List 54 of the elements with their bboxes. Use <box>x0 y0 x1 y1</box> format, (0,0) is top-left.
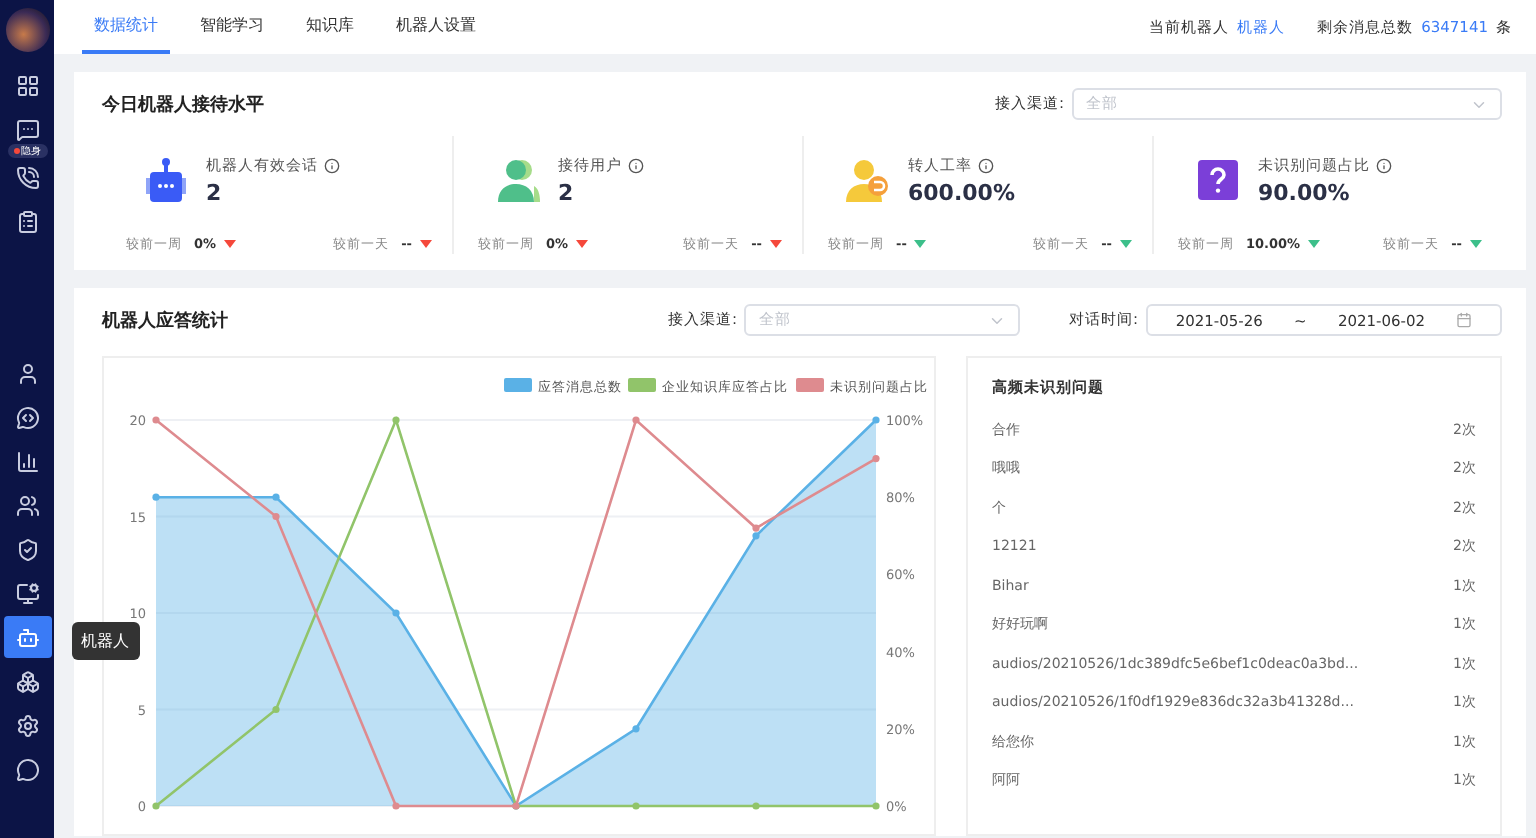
monitor-icon <box>15 581 39 605</box>
chat-icon <box>15 405 39 429</box>
sidebar-button[interactable] <box>3 616 51 658</box>
point <box>872 802 880 810</box>
logo-icon[interactable] <box>5 8 49 52</box>
point <box>152 416 160 424</box>
point <box>272 493 280 501</box>
point <box>872 416 880 424</box>
point <box>152 802 160 810</box>
point <box>272 512 280 521</box>
tab[interactable]: 智能学习 <box>188 0 276 54</box>
phone-icon <box>15 165 39 189</box>
stat-value: 2 <box>206 179 224 205</box>
robot-icon <box>15 625 39 649</box>
point <box>872 455 880 463</box>
person-icon <box>844 156 892 204</box>
point <box>632 802 640 810</box>
point <box>392 416 400 424</box>
point <box>752 802 760 810</box>
tab[interactable]: 机器人设置 <box>384 0 488 54</box>
stat-value: 90.00% <box>1258 179 1352 205</box>
stat-value: 600.00% <box>908 179 1015 205</box>
clipboard-icon <box>15 209 39 233</box>
question-icon <box>1194 156 1242 204</box>
user-icon <box>15 361 39 385</box>
point <box>632 416 640 424</box>
settings-icon <box>15 713 39 737</box>
calendar-icon <box>1456 312 1473 328</box>
point <box>152 493 160 501</box>
point <box>272 705 280 714</box>
info-icon[interactable] <box>324 157 340 173</box>
users-icon <box>494 156 542 204</box>
shield-icon <box>15 537 39 561</box>
tab[interactable]: 数据统计 <box>82 0 170 54</box>
info-icon[interactable] <box>978 157 994 173</box>
info-icon[interactable] <box>628 157 644 173</box>
tooltip: 机器人 <box>71 622 139 660</box>
dashboard-icon <box>15 73 39 97</box>
users-icon <box>15 493 39 517</box>
point <box>392 802 400 810</box>
robot-icon <box>142 156 190 204</box>
chat-icon <box>15 117 39 141</box>
point <box>752 524 760 532</box>
boxes-icon <box>15 669 39 693</box>
point <box>632 725 640 733</box>
point <box>752 532 760 540</box>
point <box>392 609 400 617</box>
section-title: 今日机器人接待水平 <box>102 92 264 117</box>
bar-chart-icon <box>15 449 39 473</box>
message-icon <box>15 757 39 781</box>
section-title: 机器人应答统计 <box>102 308 228 333</box>
tab[interactable]: 知识库 <box>294 0 366 54</box>
info-icon[interactable] <box>1376 157 1392 173</box>
stat-value: 2 <box>558 179 576 205</box>
